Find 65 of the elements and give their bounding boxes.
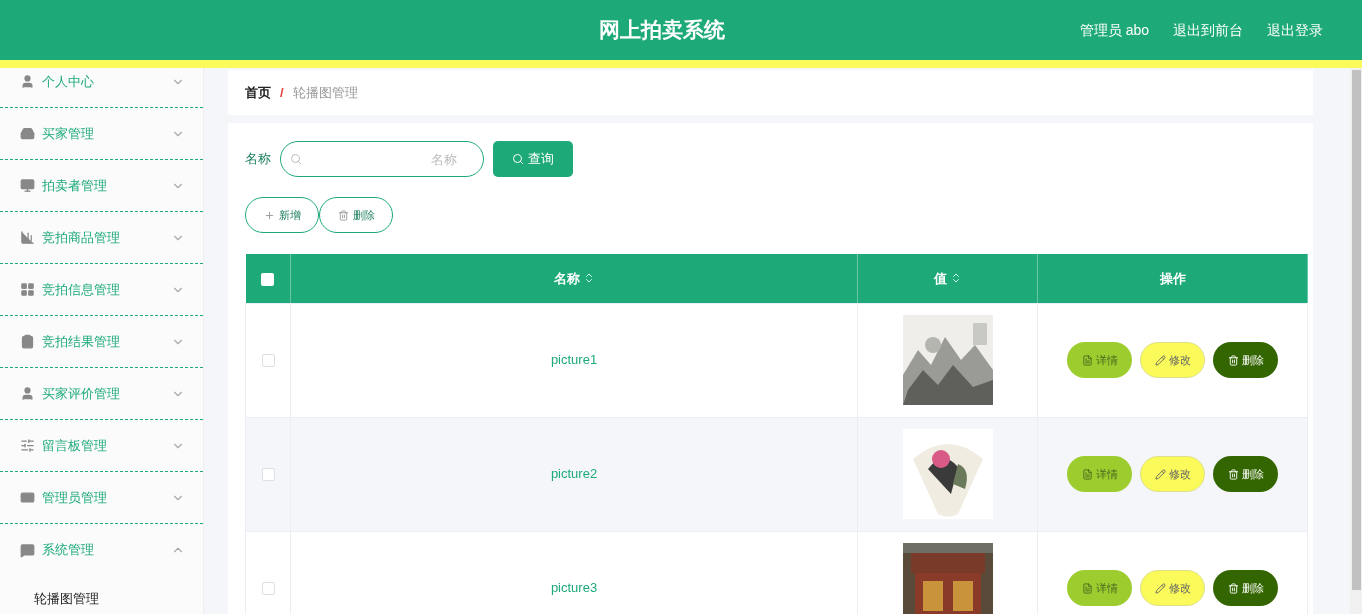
table-cell: picture3 (550, 580, 598, 596)
scrollbar[interactable] (1350, 68, 1362, 614)
tray-icon (20, 126, 35, 141)
breadcrumb-link[interactable]: 轮播图管理 (292, 82, 358, 103)
document-icon (1081, 468, 1093, 480)
trash-icon (337, 209, 349, 221)
header-link[interactable]: 退出到前台 (1173, 19, 1243, 41)
person-icon (20, 386, 35, 401)
sidebar-item[interactable]: 个人中心 (0, 68, 203, 108)
column-header: 值 (933, 269, 947, 288)
pencil-icon (1154, 354, 1166, 366)
sidebar-item[interactable]: 买家评价管理 (0, 368, 203, 420)
document-icon (1081, 582, 1093, 594)
header-link[interactable]: 退出登录 (1267, 19, 1323, 41)
breadcrumb-link[interactable]: 首页 (245, 82, 271, 103)
edit-button[interactable]: 修改 (1140, 570, 1205, 606)
document-icon (1081, 354, 1093, 366)
search-icon (290, 153, 302, 165)
table-cell: picture1 (550, 352, 598, 368)
checkbox[interactable] (261, 582, 275, 596)
pencil-icon (1154, 582, 1166, 594)
edit-button[interactable]: 修改 (1140, 342, 1205, 378)
sidebar-item[interactable]: 竞拍信息管理 (0, 264, 203, 316)
search-button[interactable]: 查询 (493, 141, 573, 177)
delete-button[interactable]: 删除 (1213, 570, 1278, 606)
delete-button[interactable]: 删除 (319, 197, 393, 233)
checkbox[interactable] (261, 272, 275, 286)
detail-button[interactable]: 详情 (1067, 342, 1132, 378)
sidebar-subitem[interactable]: 轮播图管理 (0, 576, 203, 614)
trash-icon (1227, 354, 1239, 366)
search-icon (512, 153, 524, 165)
checkbox[interactable] (261, 468, 275, 482)
plus-icon (263, 209, 275, 221)
delete-button[interactable]: 删除 (1213, 342, 1278, 378)
column-header: 名称 (553, 269, 580, 288)
search-label: 名称 (245, 150, 271, 169)
delete-button[interactable]: 删除 (1213, 456, 1278, 492)
sidebar-item[interactable]: 管理员管理 (0, 472, 203, 524)
card-icon (20, 490, 35, 505)
trash-icon (1227, 582, 1239, 594)
search-field[interactable]: 名称 (280, 141, 484, 177)
pencil-icon (1154, 468, 1166, 480)
sidebar-item[interactable]: 留言板管理 (0, 420, 203, 472)
breadcrumb-separator: / (280, 83, 284, 102)
user-label: 管理员 abo (1079, 20, 1149, 40)
sidebar-item[interactable]: 买家管理 (0, 108, 203, 160)
grid-icon (20, 282, 35, 297)
sidebar-item[interactable]: 拍卖者管理 (0, 160, 203, 212)
chat-icon (20, 542, 35, 558)
site-title: 网上拍卖系统 (598, 17, 725, 44)
trash-icon (1227, 468, 1239, 480)
edit-button[interactable]: 修改 (1140, 456, 1205, 492)
sidebar-item[interactable]: 竞拍商品管理 (0, 212, 203, 264)
checkbox[interactable] (261, 354, 275, 368)
sidebar-item[interactable]: 系统管理 (0, 524, 203, 576)
sidebar-item[interactable]: 竞拍结果管理 (0, 316, 203, 368)
add-button[interactable]: 新增 (245, 197, 319, 233)
sliders-icon (20, 438, 35, 453)
table-cell: picture2 (550, 466, 598, 482)
monitor-icon (20, 178, 35, 193)
column-header: 操作 (1159, 269, 1186, 288)
detail-button[interactable]: 详情 (1067, 570, 1132, 606)
detail-button[interactable]: 详情 (1067, 456, 1132, 492)
clipboard-icon (20, 334, 35, 349)
person-icon (20, 74, 35, 89)
